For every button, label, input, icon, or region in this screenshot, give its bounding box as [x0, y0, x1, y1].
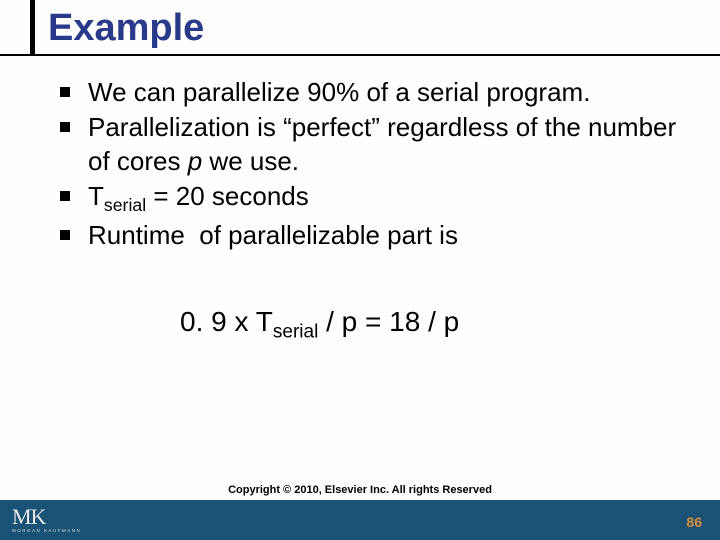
bullet-text: Tserial = 20 seconds	[88, 180, 309, 217]
square-bullet-icon	[60, 230, 70, 240]
square-bullet-icon	[60, 122, 70, 132]
list-item: Parallelization is “perfect” regardless …	[60, 111, 702, 178]
title-ornament-vertical	[30, 0, 35, 56]
bullet-text: Parallelization is “perfect” regardless …	[88, 111, 702, 178]
equation: 0. 9 x Tserial / p = 18 / p	[60, 306, 702, 344]
publisher-logo: MK MORGAN KAUFMANN	[12, 507, 81, 533]
copyright-wrap: Copyright © 2010, Elsevier Inc. All righ…	[0, 480, 720, 498]
logo-sub: MORGAN KAUFMANN	[12, 528, 81, 533]
list-item: Tserial = 20 seconds	[60, 180, 702, 217]
square-bullet-icon	[60, 87, 70, 97]
title-area: Example	[0, 0, 720, 50]
title-underline	[0, 54, 720, 56]
copyright-text: Copyright © 2010, Elsevier Inc. All righ…	[228, 484, 492, 496]
bullet-text: Runtime of parallelizable part is	[88, 219, 458, 252]
footer-bar: MK MORGAN KAUFMANN 86	[0, 500, 720, 540]
page-number: 86	[686, 514, 702, 530]
list-item: Runtime of parallelizable part is	[60, 219, 702, 252]
slide-title: Example	[0, 4, 720, 50]
content-area: We can parallelize 90% of a serial progr…	[0, 50, 720, 343]
square-bullet-icon	[60, 191, 70, 201]
logo-main: MK	[12, 507, 45, 527]
list-item: We can parallelize 90% of a serial progr…	[60, 76, 702, 109]
bullet-text: We can parallelize 90% of a serial progr…	[88, 76, 590, 109]
